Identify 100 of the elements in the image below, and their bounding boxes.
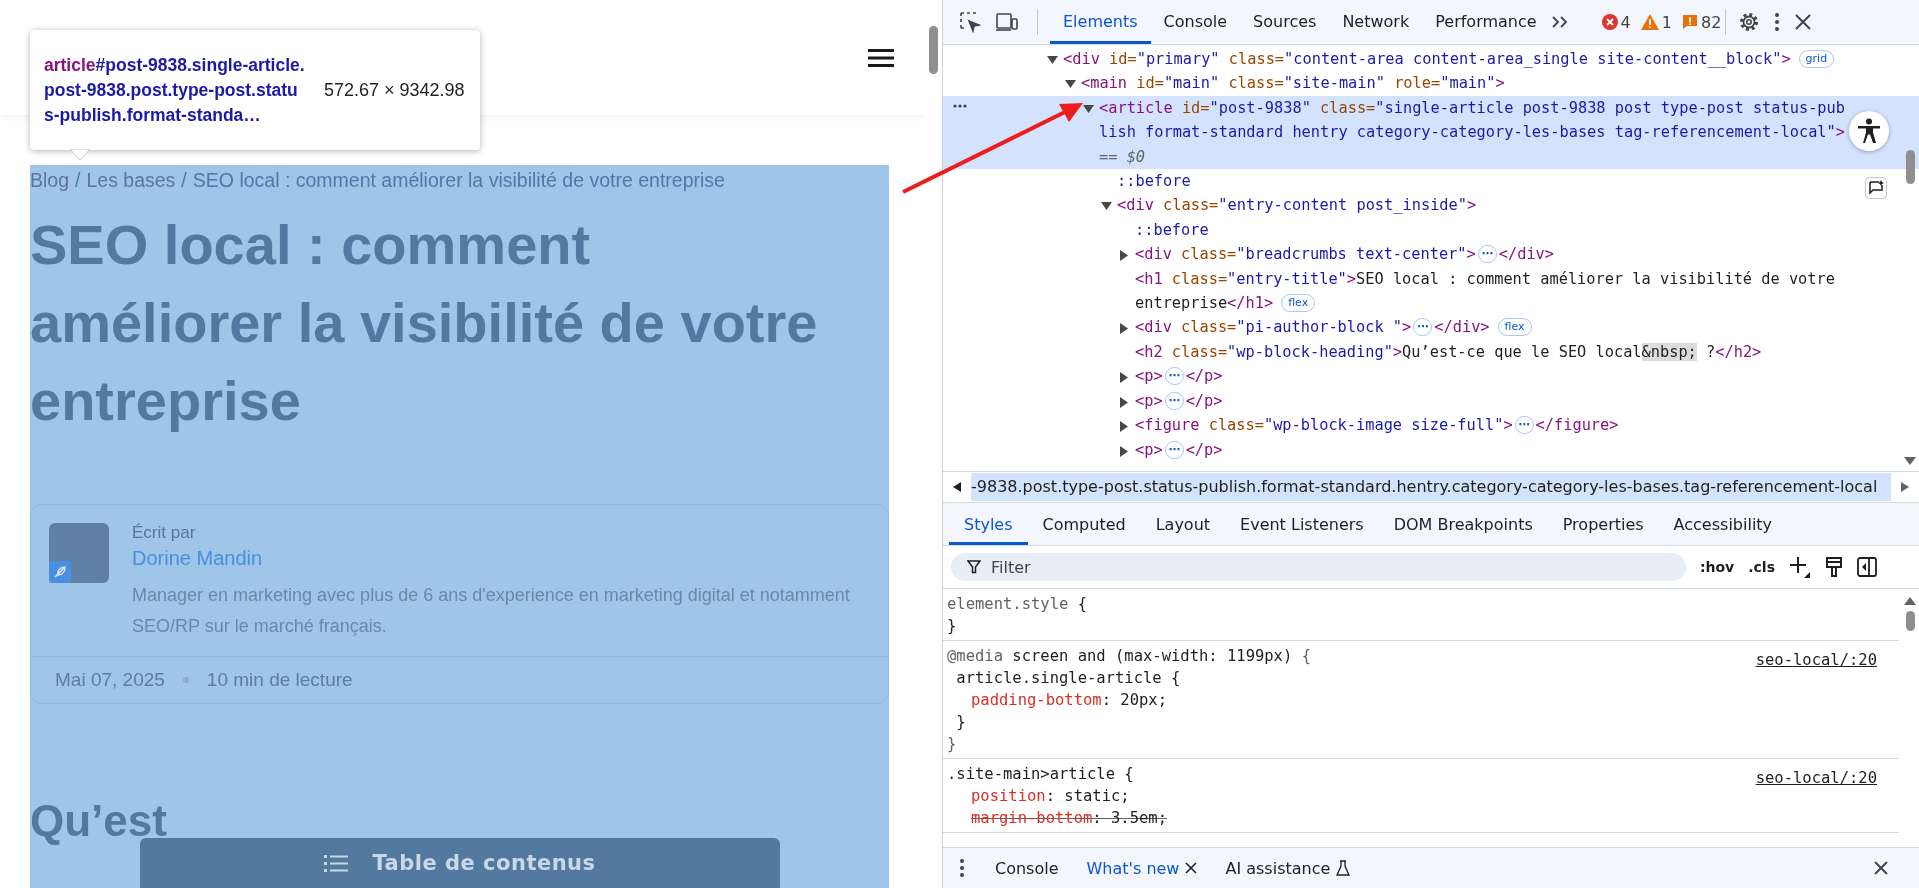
expand-triangle-icon[interactable] xyxy=(1120,250,1129,262)
article-title: SEO local : comment améliorer la visibilité de votre entreprise xyxy=(30,212,819,434)
issue-counter[interactable]: 82 xyxy=(1681,12,1722,32)
css-code-line: } xyxy=(947,734,957,755)
panel-tab[interactable]: Styles xyxy=(949,503,1028,545)
drawer-tab[interactable]: AI assistance xyxy=(1213,858,1363,878)
css-code-line: } xyxy=(955,712,966,733)
inspect-element-icon[interactable] xyxy=(959,11,981,33)
paint-brush-icon[interactable] xyxy=(1825,556,1843,578)
issue-counter[interactable]: 4 xyxy=(1601,12,1631,32)
issue-icon xyxy=(1681,14,1698,30)
dom-node[interactable]: <figure class="wp-block-image size-full"> ⋯ </figure> xyxy=(943,413,1919,438)
breadcrumb-current: SEO local : comment améliorer la visibilité de votre entreprise xyxy=(192,169,725,192)
layout-badge[interactable]: flex xyxy=(1497,318,1532,337)
panel-tab[interactable]: Computed xyxy=(1027,503,1141,545)
panel-tab[interactable]: Event Listeners xyxy=(1225,503,1379,545)
scrollbar-thumb[interactable] xyxy=(929,26,938,74)
flask-icon xyxy=(1336,860,1351,876)
scroll-right-icon[interactable] xyxy=(1901,482,1909,492)
dom-node[interactable]: <article id="post-9838" class="single-article post-9838 post type-post status-publish format-standard hentry category-category-les-bases tag-referencement-local"> == $0 xyxy=(943,95,1919,170)
dom-node[interactable]: <h2 class="wp-block-heading">Qu’est-ce que le SEO local&nbsp; ?</h2> xyxy=(943,339,1919,365)
devtools-tab[interactable]: Performance xyxy=(1422,0,1550,44)
filter-toggle[interactable]: :hov xyxy=(1699,559,1735,575)
filter-icon xyxy=(967,560,981,574)
devtools-tab[interactable]: Elements xyxy=(1050,0,1151,44)
devtools-tab[interactable]: Network xyxy=(1329,0,1423,44)
dom-node[interactable]: ::before xyxy=(943,217,1919,243)
author-label: Écrit par xyxy=(132,523,197,543)
ai-chat-icon[interactable] xyxy=(1865,177,1887,199)
dom-node[interactable]: <div class="pi-author-block "> ⋯ </div> flex xyxy=(943,315,1919,340)
error-icon xyxy=(1601,14,1618,30)
css-code-line: @media screen and (max-width: 1199px) { xyxy=(947,646,1311,667)
dom-node[interactable]: <p> ⋯ </p> xyxy=(943,364,1919,389)
devtools-tab[interactable]: Sources xyxy=(1240,0,1330,44)
list-icon xyxy=(324,853,349,873)
scroll-up-icon[interactable] xyxy=(1904,597,1916,605)
scroll-left-icon[interactable] xyxy=(953,482,961,492)
menu-icon[interactable] xyxy=(868,47,894,68)
more-options-icon[interactable] xyxy=(1774,12,1781,32)
more-tabs-icon[interactable] xyxy=(1549,14,1570,30)
publish-date: Mai 07, 2025 xyxy=(55,669,165,691)
expand-triangle-icon[interactable] xyxy=(1065,80,1076,90)
css-code-line: } xyxy=(947,616,957,637)
close-icon[interactable] xyxy=(1185,862,1198,874)
filter-field[interactable]: Filter xyxy=(951,553,1686,581)
sidebar-toggle-icon[interactable] xyxy=(1857,557,1877,577)
expand-triangle-icon[interactable] xyxy=(1120,421,1129,433)
panel-tab[interactable]: DOM Breakpoints xyxy=(1378,503,1548,545)
separator-dot xyxy=(182,677,189,683)
dom-node[interactable]: <div class="breadcrumbs text-center"> ⋯ </div> xyxy=(943,242,1919,267)
more-options-icon[interactable] xyxy=(959,858,965,878)
devtools-tab[interactable]: Console xyxy=(1150,0,1241,44)
expand-triangle-icon[interactable] xyxy=(1101,202,1112,212)
more-icon[interactable] xyxy=(953,103,967,108)
feather-icon xyxy=(49,561,71,583)
settings-icon[interactable] xyxy=(1738,11,1761,33)
layout-badge[interactable]: grid xyxy=(1798,50,1835,68)
expand-triangle-icon[interactable] xyxy=(1047,56,1058,65)
expand-triangle-icon[interactable] xyxy=(1120,323,1129,335)
close-icon[interactable] xyxy=(1794,13,1813,31)
dom-node[interactable]: <main id="main" class="site-main" role="main"> xyxy=(943,71,1919,96)
drawer-tab[interactable]: Console xyxy=(983,858,1071,878)
filter-toggle[interactable]: .cls xyxy=(1748,559,1775,575)
expand-triangle-icon[interactable] xyxy=(1120,445,1129,457)
dom-node[interactable]: <div id="primary" class="content-area content-area_single site-content__block"> grid xyxy=(943,47,1919,72)
dom-node[interactable]: ::before xyxy=(943,169,1919,194)
layout-badge[interactable]: flex xyxy=(1281,294,1316,313)
warning-icon xyxy=(1640,14,1659,30)
expand-triangle-icon[interactable] xyxy=(1083,104,1094,114)
scrollbar-thumb[interactable] xyxy=(1906,611,1915,631)
panel-tab[interactable]: Properties xyxy=(1547,503,1659,545)
html-entity: &nbsp; xyxy=(1641,342,1697,361)
expand-triangle-icon[interactable] xyxy=(1120,372,1129,384)
add-rule-icon[interactable] xyxy=(1789,556,1811,578)
accessibility-icon xyxy=(1857,118,1881,144)
scroll-down-icon[interactable] xyxy=(1904,457,1916,465)
expand-triangle-icon[interactable] xyxy=(1120,396,1129,408)
dom-node[interactable]: <p> ⋯ </p> xyxy=(943,437,1919,462)
css-code-line: article.single-article { xyxy=(955,668,1181,689)
dom-node[interactable]: <div class="entry-content post_inside"> xyxy=(943,193,1919,218)
dom-node[interactable]: <p> ⋯ </p> xyxy=(943,388,1919,414)
reading-time: 10 min de lecture xyxy=(206,669,353,691)
scrollbar-thumb[interactable] xyxy=(1906,150,1915,184)
panel-tab[interactable]: Accessibility xyxy=(1658,503,1788,545)
node-path[interactable]: -9838.post.type-post.status-publish.format-standard.hentry.category-category-les-bases.tag-referencement-local xyxy=(971,473,1891,501)
breadcrumb-separator: / xyxy=(75,169,81,192)
drawer-tab[interactable]: What's new xyxy=(1074,858,1210,878)
css-code-line: .site-main>article { xyxy=(947,764,1134,785)
element-selector: article#post-9838.single-article.post-9838.post.type-post.status-publish.format-standa… xyxy=(44,53,306,127)
css-declaration: padding-bottom: 20px; xyxy=(970,690,1167,711)
author-bio: Manager en marketing avec plus de 6 ans d'experience en marketing digital et notamment SEO/RP sur le marché français. xyxy=(132,584,851,638)
close-icon[interactable] xyxy=(1873,860,1889,876)
breadcrumb-separator: / xyxy=(181,169,187,192)
stylesheet-link[interactable]: seo-local/:20 xyxy=(1755,769,1877,787)
stylesheet-link[interactable]: seo-local/:20 xyxy=(1755,651,1877,669)
issue-counter[interactable]: 1 xyxy=(1640,12,1672,32)
element-size: 572.67 × 9342.98 xyxy=(324,79,465,101)
css-code-line: element.style { xyxy=(947,594,1087,615)
panel-tab[interactable]: Layout xyxy=(1140,503,1226,545)
device-toolbar-icon[interactable] xyxy=(995,12,1019,32)
